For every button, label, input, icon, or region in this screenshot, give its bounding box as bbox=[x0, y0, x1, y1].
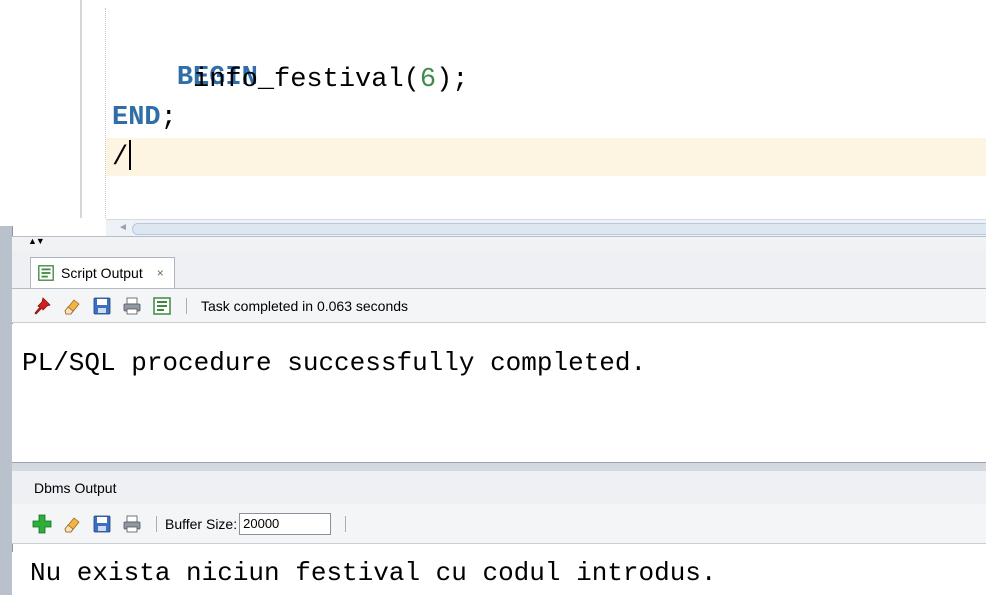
scroll-left-icon[interactable]: ◄ bbox=[118, 220, 128, 236]
print-icon[interactable] bbox=[122, 514, 142, 534]
buffer-size-input[interactable] bbox=[239, 512, 332, 535]
dbms-output-text[interactable]: Nu exista niciun festival cu codul intro… bbox=[12, 552, 986, 595]
code-line-3[interactable]: END; bbox=[112, 100, 177, 136]
eraser-icon[interactable] bbox=[62, 514, 82, 534]
sql-editor[interactable]: BEGIN info_festival(6); END; / ◄ bbox=[0, 0, 986, 236]
procedure-call-name: info_festival( bbox=[193, 65, 420, 95]
current-line-highlight bbox=[106, 138, 986, 176]
output-tab-bar: Script Output × bbox=[12, 251, 986, 289]
horizontal-scrollbar[interactable]: ◄ bbox=[106, 219, 986, 236]
text-caret bbox=[129, 140, 132, 170]
slash-terminator: / bbox=[112, 143, 129, 173]
add-icon[interactable] bbox=[32, 514, 52, 534]
script-output-icon bbox=[38, 265, 54, 281]
fold-guide bbox=[105, 8, 106, 218]
print-icon[interactable] bbox=[122, 296, 142, 316]
script-output-toolbar: Task completed in 0.063 seconds bbox=[12, 289, 986, 323]
buffer-size-label: Buffer Size: bbox=[165, 515, 238, 532]
save-icon[interactable] bbox=[92, 514, 112, 534]
toolbar-separator bbox=[345, 515, 347, 532]
tab-label: Script Output bbox=[61, 265, 143, 281]
save-icon[interactable] bbox=[92, 296, 112, 316]
tab-script-output[interactable]: Script Output × bbox=[30, 257, 175, 288]
pin-icon[interactable] bbox=[32, 296, 52, 316]
gutter-divider bbox=[80, 0, 82, 218]
close-icon[interactable]: × bbox=[157, 266, 164, 280]
call-end: ); bbox=[436, 65, 469, 95]
eraser-icon[interactable] bbox=[62, 296, 82, 316]
script-output-text[interactable]: PL/SQL procedure successfully completed. bbox=[12, 324, 986, 462]
script-icon[interactable] bbox=[152, 296, 172, 316]
keyword-end: END bbox=[112, 103, 161, 133]
panel-splitter[interactable]: ▲▼ bbox=[12, 236, 986, 252]
dbms-output-toolbar: Buffer Size: bbox=[12, 504, 986, 544]
toolbar-separator bbox=[186, 297, 187, 314]
semicolon: ; bbox=[160, 103, 177, 133]
splitter-arrows-icon[interactable]: ▲▼ bbox=[28, 235, 45, 247]
toolbar-separator bbox=[156, 515, 157, 532]
scrollbar-thumb[interactable] bbox=[132, 223, 986, 235]
code-line-2[interactable]: info_festival(6); bbox=[112, 62, 468, 98]
number-literal: 6 bbox=[419, 65, 437, 95]
task-status: Task completed in 0.063 seconds bbox=[201, 297, 409, 314]
dbms-output-title: Dbms Output bbox=[12, 471, 986, 504]
code-line-4[interactable]: / bbox=[112, 140, 132, 176]
